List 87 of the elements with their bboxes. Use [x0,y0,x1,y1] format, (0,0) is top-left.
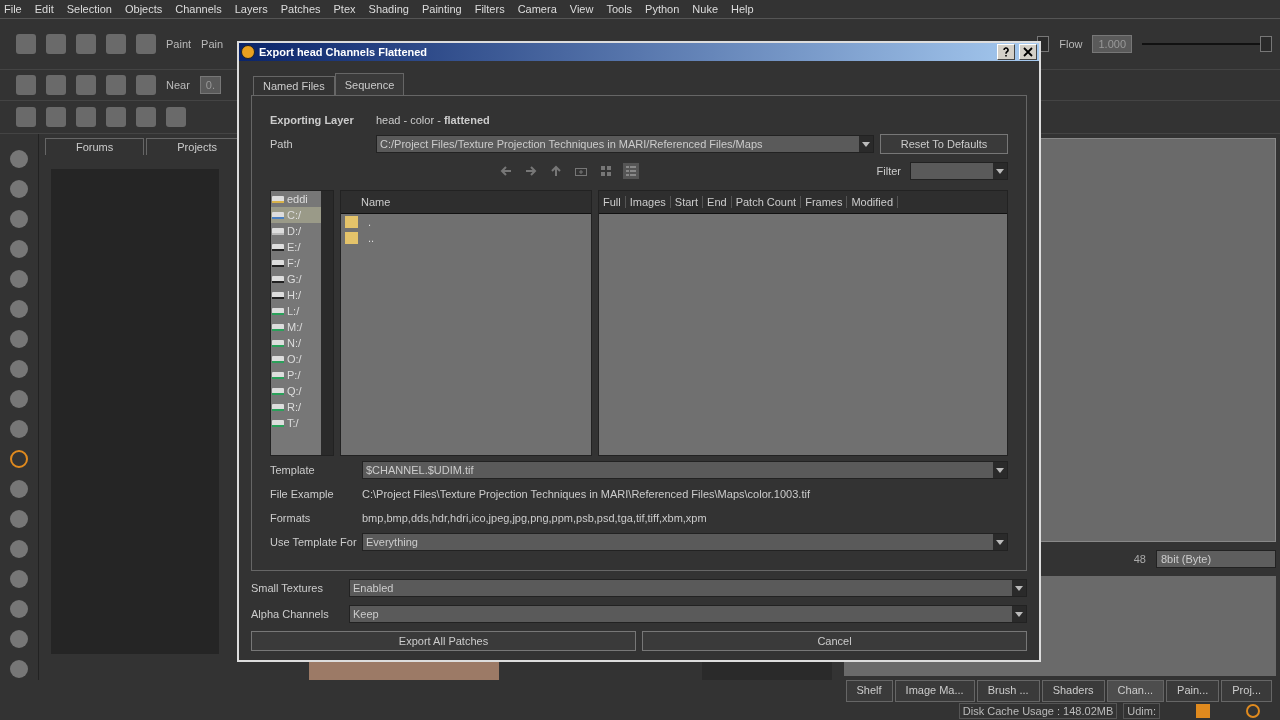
use-template-dropdown[interactable]: Everything [362,533,1008,551]
drive-icon [271,385,285,397]
field-label: File Example [270,488,335,500]
menu-item[interactable]: Filters [474,3,505,15]
menu-item[interactable]: Tools [606,3,633,15]
field-label: Path [270,138,294,150]
column-header[interactable]: End [703,196,732,208]
window-title: Export head Channels Flattened [259,46,429,58]
scrollbar[interactable] [321,191,333,455]
udim-label: Udim: [1123,703,1160,719]
folder-name[interactable]: . [368,216,372,228]
panel-tab[interactable]: Shelf [845,680,893,702]
dialog-tab[interactable]: Sequence [334,73,405,95]
reset-button[interactable]: Reset To Defaults [880,134,1008,154]
menu-item[interactable]: Nuke [692,3,719,15]
near-label: Near [166,79,190,91]
small-textures-dropdown[interactable]: Enabled [349,579,1027,597]
app-icon [241,45,255,59]
panel-tab[interactable]: Pain... [1166,680,1220,702]
drive-icon [271,209,285,221]
dialog-button[interactable]: Export All Patches [251,631,636,651]
column-header[interactable]: Patch Count [731,196,802,208]
drive-icon [271,193,285,205]
field-label: Small Textures [251,582,324,594]
mode-label[interactable]: Pain [201,38,224,50]
drive-icon [271,401,285,413]
menu-item[interactable]: Shading [368,3,409,15]
menu-item[interactable]: Python [645,3,680,15]
drive-icon [271,321,285,333]
drive-icon [271,225,285,237]
panel-tab[interactable]: Forums [45,138,145,155]
menu-item[interactable]: Layers [234,3,268,15]
alpha-channels-dropdown[interactable]: Keep [349,605,1027,623]
menu-item[interactable]: Objects [124,3,163,15]
panel-tab[interactable]: Chan... [1106,680,1165,702]
list-view-icon[interactable] [623,163,640,179]
file-example-text: C:\Project Files\Texture Projection Techniques in MARI\Referenced Files\Maps\color.1003.tif [362,488,810,500]
panel-tab[interactable]: Proj... [1221,680,1272,702]
menu-item[interactable]: Channels [175,3,222,15]
menu-item[interactable]: Selection [66,3,112,15]
folder-name[interactable]: .. [368,232,375,244]
mode-label[interactable]: Paint [166,38,192,50]
column-header[interactable]: Full [599,196,626,208]
menu-item[interactable]: File [4,3,22,15]
column-header[interactable]: Frames [801,196,848,208]
close-icon [1023,47,1033,57]
menu-item[interactable]: Camera [517,3,557,15]
disk-cache-text: Disk Cache Usage : 148.02MB [958,703,1118,719]
menu-item[interactable]: Painting [421,3,462,15]
dialog-button[interactable]: Cancel [642,631,1027,651]
close-button[interactable] [1019,44,1037,60]
drive-icon [271,305,285,317]
column-header[interactable]: Images [625,196,671,208]
depth-dropdown[interactable]: 8bit (Byte) [1156,550,1276,568]
field-label: Formats [270,512,312,524]
menu-item[interactable]: Patches [280,3,321,15]
drive-icon [271,353,285,365]
filter-label: Filter [876,165,901,177]
flow-label: Flow [1059,38,1083,50]
field-label: Exporting Layer [270,114,355,126]
panel-tab[interactable]: Brush ... [976,680,1040,702]
panel-tab[interactable]: Image Ma... [894,680,975,702]
menu-item[interactable]: Help [731,3,754,15]
drive-icon [271,337,285,349]
formats-text: bmp,bmp,dds,hdr,hdri,ico,jpeg,jpg,png,ppm,psb,psd,tga,tif,tiff,xbm,xpm [362,512,707,524]
question-mark-icon [1001,47,1011,57]
column-header[interactable]: Start [670,196,704,208]
path-dropdown[interactable]: C:/Project Files/Texture Projection Techniques in MARI/Referenced Files/Maps [376,135,874,153]
folder-icon [345,232,358,244]
dialog-tab[interactable]: Named Files [253,76,335,95]
column-header[interactable]: Modified [847,196,899,208]
help-button[interactable] [997,44,1015,60]
drive-icon [271,417,285,429]
template-dropdown[interactable]: $CHANNEL.$UDIM.tif [362,461,1008,479]
filter-dropdown[interactable] [910,162,1008,180]
layer-name-text: head - color - flattened [376,114,490,126]
value-text: 48 [1133,553,1146,565]
menu-item[interactable]: View [569,3,594,15]
field-label: Alpha Channels [251,608,330,620]
folder-icon [345,216,358,228]
menu-item[interactable]: Edit [34,3,54,15]
field-label: Use Template For [270,536,356,548]
field-label: Template [270,464,316,476]
panel-tab[interactable]: Shaders [1041,680,1105,702]
menu-item[interactable]: Ptex [333,3,356,15]
drive-icon [271,369,285,381]
column-header[interactable]: Name [341,191,591,214]
